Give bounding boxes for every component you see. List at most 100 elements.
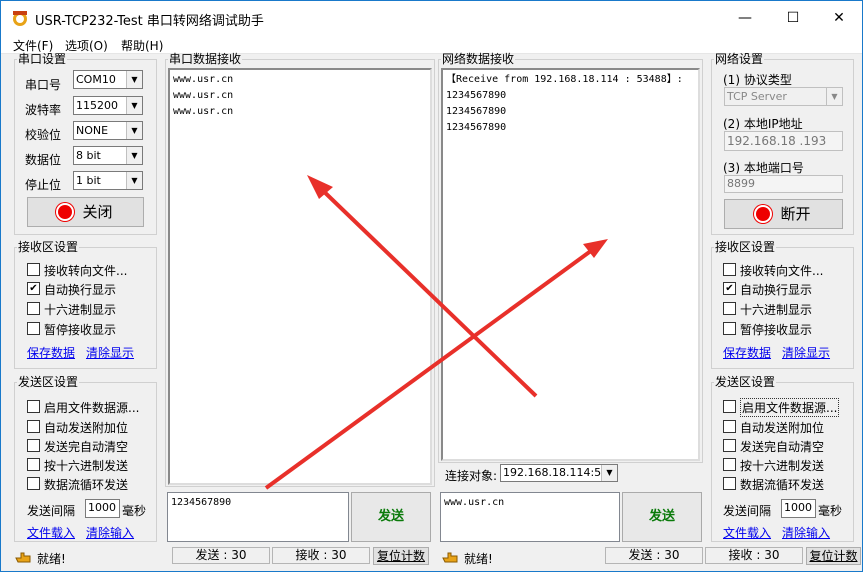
interval-input-right[interactable]: 1000 [781,499,816,518]
hex-send-label-left: 按十六进制发送 [44,459,129,473]
net-send-textarea[interactable]: www.usr.cn [440,492,620,542]
reset-count-button-left[interactable]: 复位计数 [373,547,429,565]
recv-file-label-left: 接收转向文件... [44,264,128,278]
hand-icon [442,552,458,563]
status-ready-left: 就绪! [37,552,66,566]
baud-label: 波特率 [25,103,62,117]
interval-label-right: 发送间隔 [723,504,772,518]
file-load-link-left[interactable]: 文件载入 [27,524,75,541]
databits-select[interactable]: 8 bit ▼ [73,146,143,165]
app-icon [13,11,27,26]
sent-count-left: 发送 : 30 [172,547,270,564]
status-dot-icon [58,204,73,219]
parity-label: 校验位 [25,128,62,142]
checkbox-file-source-right[interactable] [723,400,736,413]
reset-count-button-right[interactable]: 复位计数 [806,547,861,565]
net-receive-title: 网络数据接收 [442,52,515,66]
net-send-button[interactable]: 发送 [622,492,702,542]
checkbox-auto-append-left[interactable] [27,420,40,433]
checkbox-auto-wrap-left[interactable]: ✔ [27,282,40,295]
interval-unit-left: 毫秒 [122,504,147,518]
net-receive-textarea[interactable]: 【Receive from 192.168.18.114 : 53488】: 1… [441,68,700,461]
checkbox-recv-file-left[interactable] [27,263,40,276]
stopbits-select[interactable]: 1 bit ▼ [73,171,143,190]
pause-label-left: 暂停接收显示 [44,323,117,337]
menu-help[interactable]: 帮助(H) [121,37,163,54]
connection-select[interactable]: 192.168.18.114:534 ▼ [500,464,618,482]
checkbox-auto-clear-left[interactable] [27,439,40,452]
checkbox-pause-left[interactable] [27,322,40,335]
checkbox-file-source-left[interactable] [27,400,40,413]
protocol-select[interactable]: TCP Server ▼ [724,87,843,106]
hex-display-label-left: 十六进制显示 [44,303,117,317]
close-port-button[interactable]: 关闭 [27,197,144,227]
ip-label: (2) 本地IP地址 [723,117,803,131]
chevron-down-icon[interactable]: ▼ [826,88,842,105]
chevron-down-icon[interactable]: ▼ [126,172,142,189]
checkbox-hex-display-right[interactable] [723,302,736,315]
checkbox-auto-wrap-right[interactable]: ✔ [723,282,736,295]
parity-value: NONE [76,124,109,137]
interval-input-left[interactable]: 1000 [85,499,120,518]
file-load-link-right[interactable]: 文件载入 [723,524,771,541]
auto-clear-label-right: 发送完自动清空 [740,440,825,454]
chevron-down-icon[interactable]: ▼ [126,147,142,164]
local-port-input[interactable]: 8899 [724,175,843,193]
checkbox-hex-send-right[interactable] [723,458,736,471]
checkbox-loop-send-right[interactable] [723,477,736,490]
send-settings-right-title: 发送区设置 [715,375,776,389]
chevron-down-icon[interactable]: ▼ [126,71,142,88]
serial-send-textarea[interactable]: 1234567890 [167,492,349,542]
local-port-label: (3) 本地端口号 [723,161,804,175]
title-bar: USR-TCP232-Test 串口转网络调试助手 — ☐ ✕ [1,1,862,35]
port-select[interactable]: COM10 ▼ [73,70,143,89]
auto-wrap-label-left: 自动换行显示 [44,283,117,297]
close-window-button[interactable]: ✕ [816,1,862,35]
net-settings-title: 网络设置 [715,52,764,66]
close-port-label: 关闭 [82,203,113,221]
hex-send-label-right: 按十六进制发送 [740,459,825,473]
auto-wrap-label-right: 自动换行显示 [740,283,813,297]
checkbox-auto-clear-right[interactable] [723,439,736,452]
chevron-down-icon[interactable]: ▼ [126,97,142,114]
checkbox-pause-right[interactable] [723,322,736,335]
checkbox-hex-display-left[interactable] [27,302,40,315]
status-ready-right: 就绪! [464,552,493,566]
recv-settings-left-title: 接收区设置 [18,240,79,254]
checkbox-recv-file-right[interactable] [723,263,736,276]
serial-receive-textarea[interactable]: www.usr.cn www.usr.cn www.usr.cn [168,68,432,485]
parity-select[interactable]: NONE ▼ [73,121,143,140]
port-value: COM10 [76,73,116,86]
protocol-label: (1) 协议类型 [723,73,792,87]
loop-send-label-left: 数据流循环发送 [44,478,129,492]
window-title: USR-TCP232-Test 串口转网络调试助手 [35,14,264,29]
save-data-link-right[interactable]: 保存数据 [723,344,771,361]
baud-select[interactable]: 115200 ▼ [73,96,143,115]
interval-label-left: 发送间隔 [27,504,76,518]
send-settings-left-title: 发送区设置 [18,375,79,389]
save-data-link-left[interactable]: 保存数据 [27,344,75,361]
ip-input[interactable]: 192.168.18 .193 [724,131,843,151]
stopbits-value: 1 bit [76,174,101,187]
chevron-down-icon[interactable]: ▼ [126,122,142,139]
serial-settings-title: 串口设置 [18,52,67,66]
checkbox-auto-append-right[interactable] [723,420,736,433]
minimize-button[interactable]: — [722,1,768,35]
checkbox-hex-send-left[interactable] [27,458,40,471]
baud-value: 115200 [76,99,118,112]
menu-options[interactable]: 选项(O) [65,37,108,54]
hand-icon [15,552,31,563]
checkbox-loop-send-left[interactable] [27,477,40,490]
clear-input-link-right[interactable]: 清除输入 [782,524,830,541]
maximize-button[interactable]: ☐ [770,1,816,35]
serial-receive-title: 串口数据接收 [169,52,242,66]
clear-display-link-right[interactable]: 清除显示 [782,344,830,361]
disconnect-button[interactable]: 断开 [724,199,843,229]
port-label: 串口号 [25,78,62,92]
file-source-label-right: 启用文件数据源... [740,398,840,417]
hex-display-label-right: 十六进制显示 [740,303,813,317]
serial-send-button[interactable]: 发送 [351,492,431,542]
chevron-down-icon[interactable]: ▼ [601,465,617,481]
clear-display-link-left[interactable]: 清除显示 [86,344,134,361]
clear-input-link-left[interactable]: 清除输入 [86,524,134,541]
